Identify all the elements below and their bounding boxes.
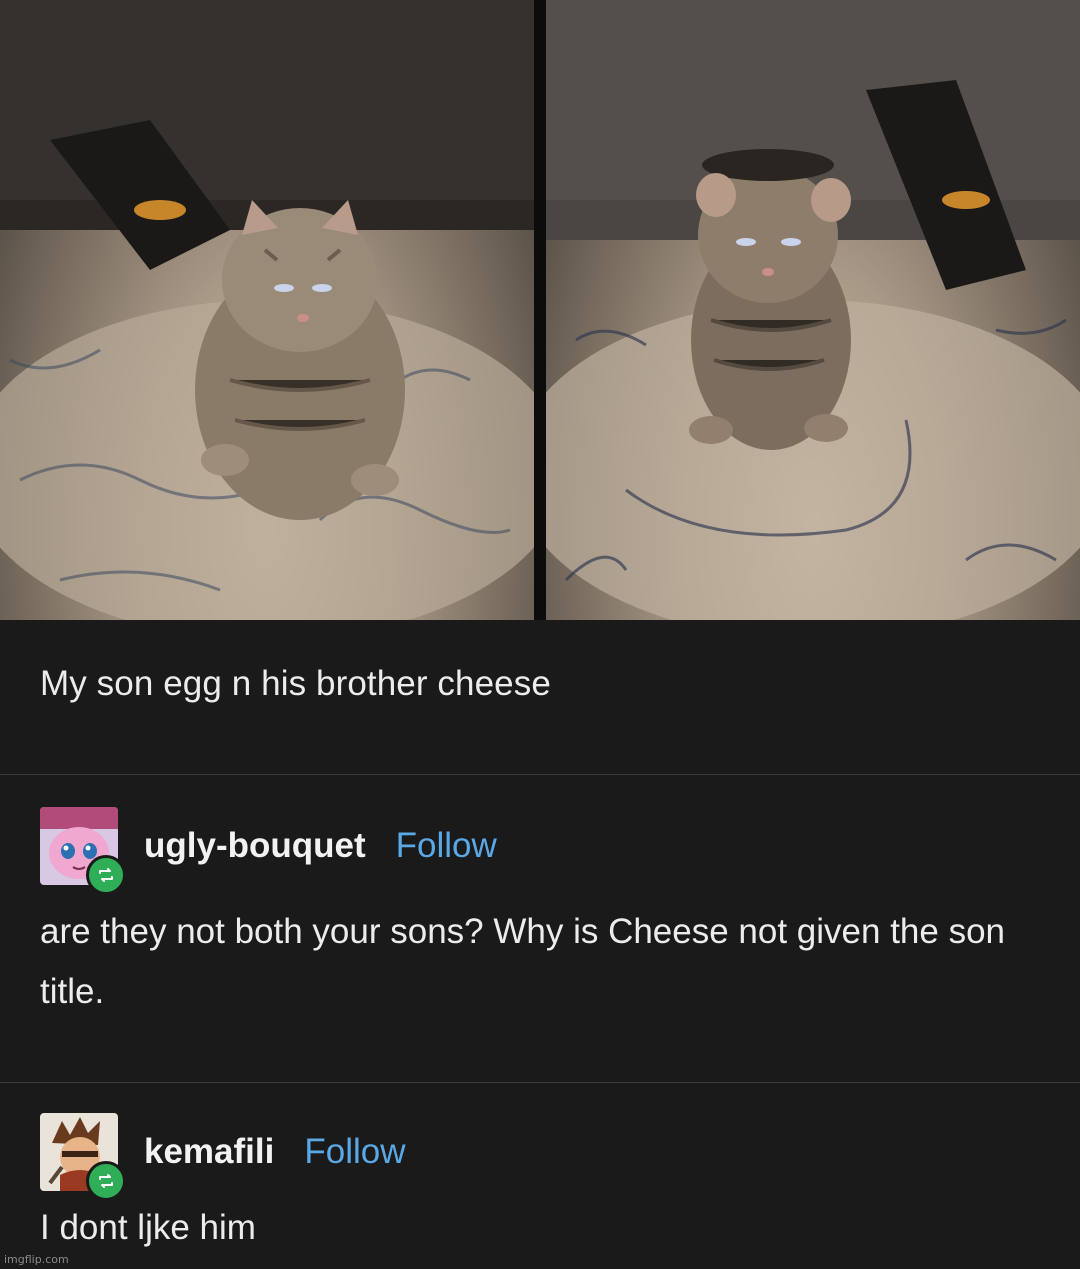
kitten-photo [0, 0, 534, 620]
reblog-icon [86, 1161, 126, 1201]
post-photoset [0, 0, 1080, 620]
divider [0, 1082, 1080, 1083]
avatar[interactable] [40, 1113, 126, 1201]
reply-username[interactable]: kemafili [144, 1132, 274, 1172]
reply-header: ugly-bouquet Follow [40, 806, 1050, 895]
post-caption: My son egg n his brother cheese [40, 664, 551, 703]
follow-button[interactable]: Follow [304, 1132, 405, 1172]
reply-username[interactable]: ugly-bouquet [144, 826, 366, 866]
reply-header: kemafili Follow [40, 1112, 1050, 1201]
reply-item: kemafili Follow I dont ljke him [40, 1112, 1050, 1258]
post-photo-cheese[interactable] [546, 0, 1080, 620]
imgflip-watermark: imgflip.com [4, 1253, 69, 1266]
reply-item: ugly-bouquet Follow are they not both yo… [40, 806, 1050, 1022]
reply-text: I dont ljke him [40, 1208, 256, 1247]
avatar[interactable] [40, 807, 126, 895]
reply-text: are they not both your sons? Why is Chee… [40, 912, 1006, 1011]
kitten-photo [546, 0, 1080, 620]
post-photo-egg[interactable] [0, 0, 534, 620]
follow-button[interactable]: Follow [396, 826, 497, 866]
divider [0, 774, 1080, 775]
reblog-icon [86, 855, 126, 895]
